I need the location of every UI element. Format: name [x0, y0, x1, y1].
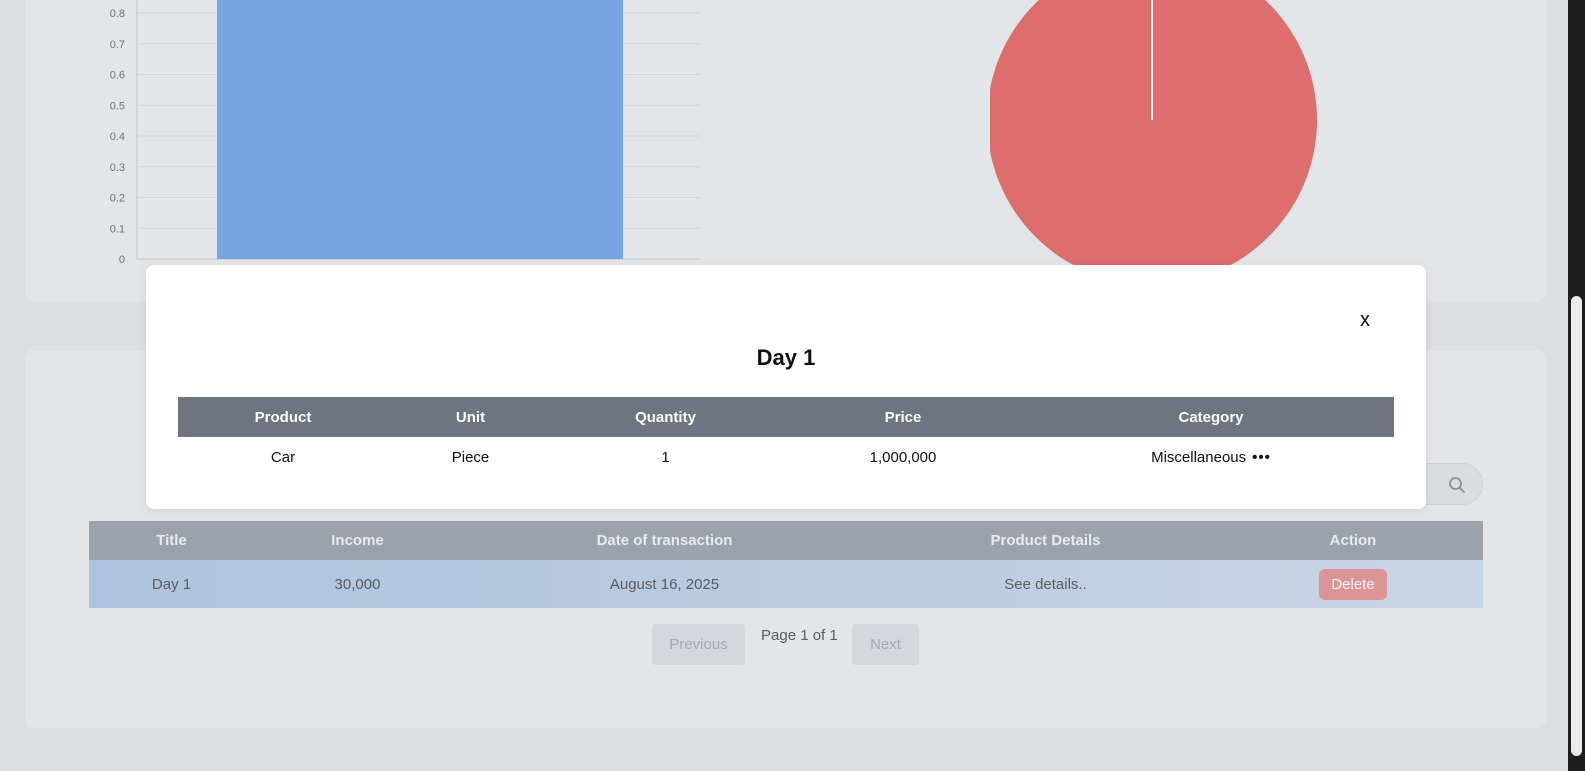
cell-price: 1,000,000	[869, 448, 937, 466]
scrollbar-thumb[interactable]	[1571, 296, 1582, 756]
close-button[interactable]: x	[1360, 309, 1370, 332]
header-category: Category	[1178, 408, 1244, 426]
modal-title: Day 1	[756, 345, 816, 370]
cell-product: Car	[270, 448, 296, 466]
header-quantity: Quantity	[635, 408, 696, 426]
header-unit: Unit	[455, 408, 486, 426]
product-details-modal: x Day 1 Product Unit Quantity Price Cate…	[146, 265, 1426, 509]
category-label: Miscellaneous	[1151, 448, 1247, 466]
cell-unit: Piece	[451, 448, 490, 466]
table-row: Car Piece 1 1,000,000 Miscellaneous •••	[178, 437, 1394, 477]
product-header-row: Product Unit Quantity Price Category	[178, 397, 1394, 437]
more-horizontal-icon[interactable]: •••	[1252, 449, 1271, 466]
scrollbar[interactable]	[1568, 0, 1585, 771]
page: 0.8 0.7 0.6 0.5 0.4 0.3 0.2 0.1 0 Title Income D…	[0, 0, 1585, 771]
product-table: Product Unit Quantity Price Category Car…	[178, 397, 1394, 477]
cell-category: Miscellaneous •••	[1028, 437, 1394, 477]
header-product: Product	[254, 408, 312, 426]
cell-quantity: 1	[661, 448, 670, 466]
header-price: Price	[884, 408, 922, 426]
